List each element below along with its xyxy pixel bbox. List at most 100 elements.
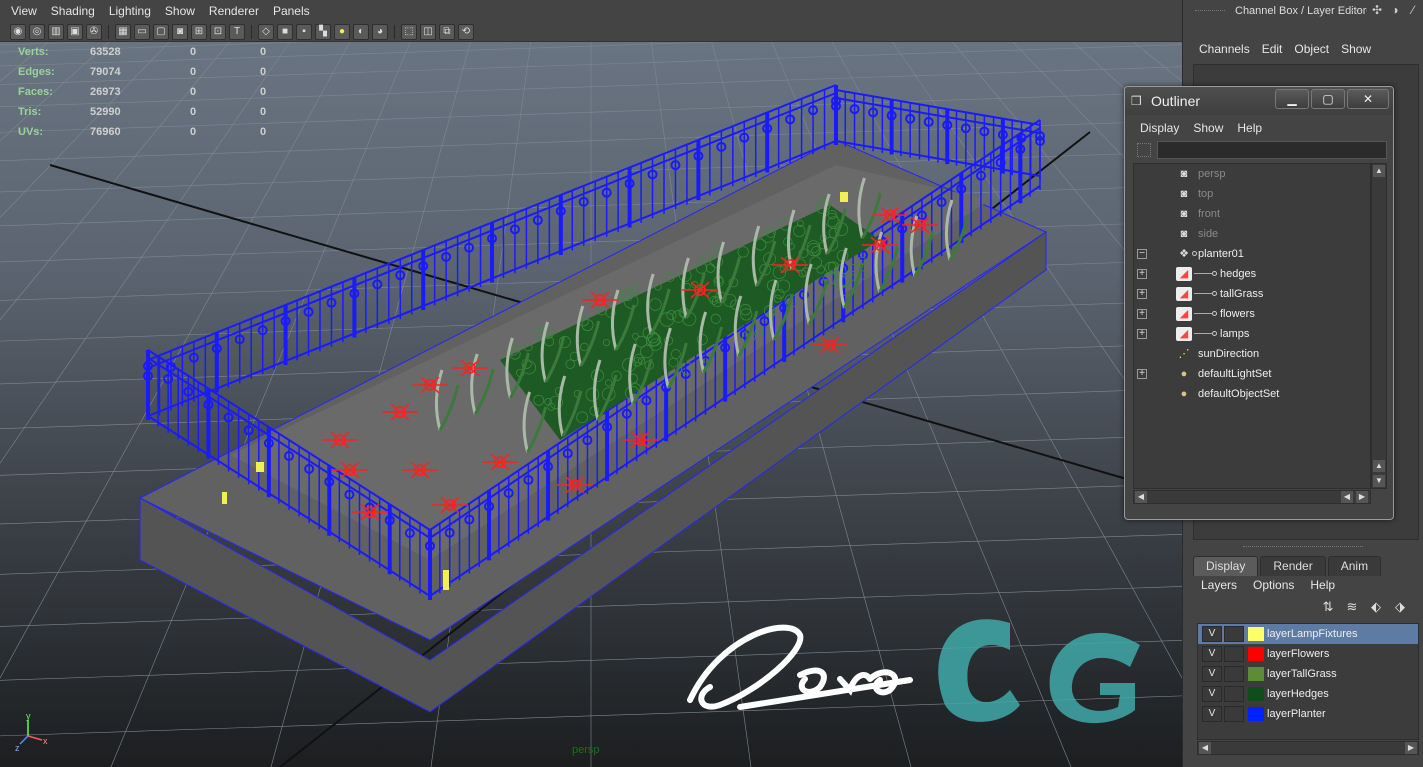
layer-row[interactable]: VlayerTallGrass [1198,664,1418,684]
minimize-button[interactable]: ▁ [1275,89,1309,109]
menu-object[interactable]: Object [1288,42,1335,62]
menu-options[interactable]: Options [1245,578,1302,592]
layer-color-swatch[interactable] [1248,707,1264,721]
textured-icon[interactable]: ▚ [315,24,331,40]
panel-grip[interactable] [1351,10,1367,12]
tree-item-planter01[interactable]: − ❖ planter01 [1134,244,1370,264]
menu-edit[interactable]: Edit [1256,42,1289,62]
wireframe-icon[interactable]: ◇ [258,24,274,40]
scroll-down-icon[interactable]: ▼ [1373,475,1385,487]
layer-color-swatch[interactable] [1248,627,1264,641]
planter-model[interactable] [140,85,1046,712]
menu-view[interactable]: View [4,4,44,18]
ambient-occlusion-icon[interactable]: ◕ [372,24,388,40]
xray-icon[interactable]: ◫ [420,24,436,40]
menu-show[interactable]: Show [1186,121,1230,135]
maximize-button[interactable]: ▢ [1311,89,1345,109]
outliner-titlebar[interactable]: ❒ Outliner ▁ ▢ ✕ [1125,87,1393,115]
safe-title-icon[interactable]: T [229,24,245,40]
tab-anim[interactable]: Anim [1328,556,1381,576]
tree-item-sundirection[interactable]: ⋰ sunDirection [1134,344,1370,364]
collapse-icon[interactable]: − [1137,249,1147,259]
menu-help[interactable]: Help [1302,578,1343,592]
menu-channels[interactable]: Channels [1193,42,1256,62]
layer-visibility-toggle[interactable]: V [1202,666,1222,682]
menu-lighting[interactable]: Lighting [102,4,158,18]
xray-joints-icon[interactable]: ⧉ [439,24,455,40]
layer-row[interactable]: VlayerFlowers [1198,644,1418,664]
layer-display-type-toggle[interactable] [1224,686,1244,702]
layer-display-type-toggle[interactable] [1224,626,1244,642]
create-layer-from-selected-icon[interactable]: ⬗ [1391,599,1409,617]
layer-color-swatch[interactable] [1248,647,1264,661]
close-button[interactable]: ✕ [1347,89,1389,109]
layer-display-type-toggle[interactable] [1224,706,1244,722]
outliner-vertical-scrollbar[interactable]: ▲ ▲ ▼ [1371,163,1387,489]
scroll-left-icon[interactable]: ◀ [1135,491,1147,503]
scroll-right-icon[interactable]: ▶ [1405,742,1417,754]
expand-icon[interactable]: + [1137,269,1147,279]
scroll-left-icon[interactable]: ◀ [1341,491,1353,503]
camera-lock-icon[interactable]: ✇ [86,24,102,40]
resolution-gate-icon[interactable]: ▢ [153,24,169,40]
grid-icon[interactable]: ▦ [115,24,131,40]
expand-icon[interactable]: + [1137,369,1147,379]
layer-visibility-toggle[interactable]: V [1202,646,1222,662]
camera-select-icon[interactable]: ◉ [10,24,26,40]
flat-shade-icon[interactable]: ▪ [296,24,312,40]
move-layer-up-icon[interactable]: ⇅ [1319,599,1337,617]
tree-item-hedges[interactable]: + ◢ hedges [1134,264,1370,284]
viewport-panel[interactable]: View Shading Lighting Show Renderer Panels ◉ ◎… [0,0,1182,767]
safe-action-icon[interactable]: ⊡ [210,24,226,40]
outliner-filter-field[interactable] [1157,141,1387,159]
create-empty-layer-icon[interactable]: ⬖ [1367,599,1385,617]
film-gate-icon[interactable]: ▭ [134,24,150,40]
tree-item-defaultlightset[interactable]: + ● defaultLightSet [1134,364,1370,384]
menu-panels[interactable]: Panels [266,4,317,18]
backface-icon[interactable]: ⟲ [458,24,474,40]
panel-grip[interactable] [1195,10,1225,12]
menu-shading[interactable]: Shading [44,4,102,18]
menu-renderer[interactable]: Renderer [202,4,266,18]
scroll-up-icon[interactable]: ▲ [1373,165,1385,177]
tree-item-lamps[interactable]: + ◢ lamps [1134,324,1370,344]
menu-show[interactable]: Show [1335,42,1377,62]
scroll-up-icon[interactable]: ▲ [1373,460,1385,472]
tree-item-defaultobjectset[interactable]: ● defaultObjectSet [1134,384,1370,404]
tree-item-side[interactable]: ◙ side [1134,224,1370,244]
expand-icon[interactable]: + [1137,289,1147,299]
menu-show[interactable]: Show [158,4,202,18]
layer-display-type-toggle[interactable] [1224,646,1244,662]
layer-row[interactable]: VlayerHedges [1198,684,1418,704]
use-all-lights-icon[interactable]: ● [334,24,350,40]
tree-item-top[interactable]: ◙ top [1134,184,1370,204]
tab-render[interactable]: Render [1260,556,1325,576]
channel-box-icon[interactable]: ✣ [1369,3,1385,19]
layer-visibility-toggle[interactable]: V [1202,686,1222,702]
layer-visibility-toggle[interactable]: V [1202,706,1222,722]
attribute-editor-toggle-icon[interactable]: ◑ [1387,3,1403,19]
expand-icon[interactable]: + [1137,309,1147,319]
tree-item-front[interactable]: ◙ front [1134,204,1370,224]
gate-mask-icon[interactable]: ◙ [172,24,188,40]
bookmark-icon[interactable]: ▥ [48,24,64,40]
layer-visibility-toggle[interactable]: V [1202,626,1222,642]
filter-icon[interactable] [1137,143,1151,157]
tool-settings-icon[interactable]: ⁄ [1405,3,1421,19]
field-chart-icon[interactable]: ⊞ [191,24,207,40]
tree-item-tallgrass[interactable]: + ◢ tallGrass [1134,284,1370,304]
menu-help[interactable]: Help [1230,121,1269,135]
layer-list-horizontal-scrollbar[interactable]: ◀ ▶ [1197,741,1419,755]
outliner-horizontal-scrollbar[interactable]: ◀ ◀ ▶ [1133,490,1371,504]
tab-display[interactable]: Display [1193,556,1258,576]
tree-item-persp[interactable]: ◙ persp [1134,164,1370,184]
layer-row[interactable]: VlayerLampFixtures [1198,624,1418,644]
layer-display-type-toggle[interactable] [1224,666,1244,682]
scroll-right-icon[interactable]: ▶ [1356,491,1368,503]
layer-color-swatch[interactable] [1248,667,1264,681]
layer-row[interactable]: VlayerPlanter [1198,704,1418,724]
scroll-left-icon[interactable]: ◀ [1199,742,1211,754]
image-plane-icon[interactable]: ▣ [67,24,83,40]
camera-attributes-icon[interactable]: ◎ [29,24,45,40]
tree-item-flowers[interactable]: + ◢ flowers [1134,304,1370,324]
